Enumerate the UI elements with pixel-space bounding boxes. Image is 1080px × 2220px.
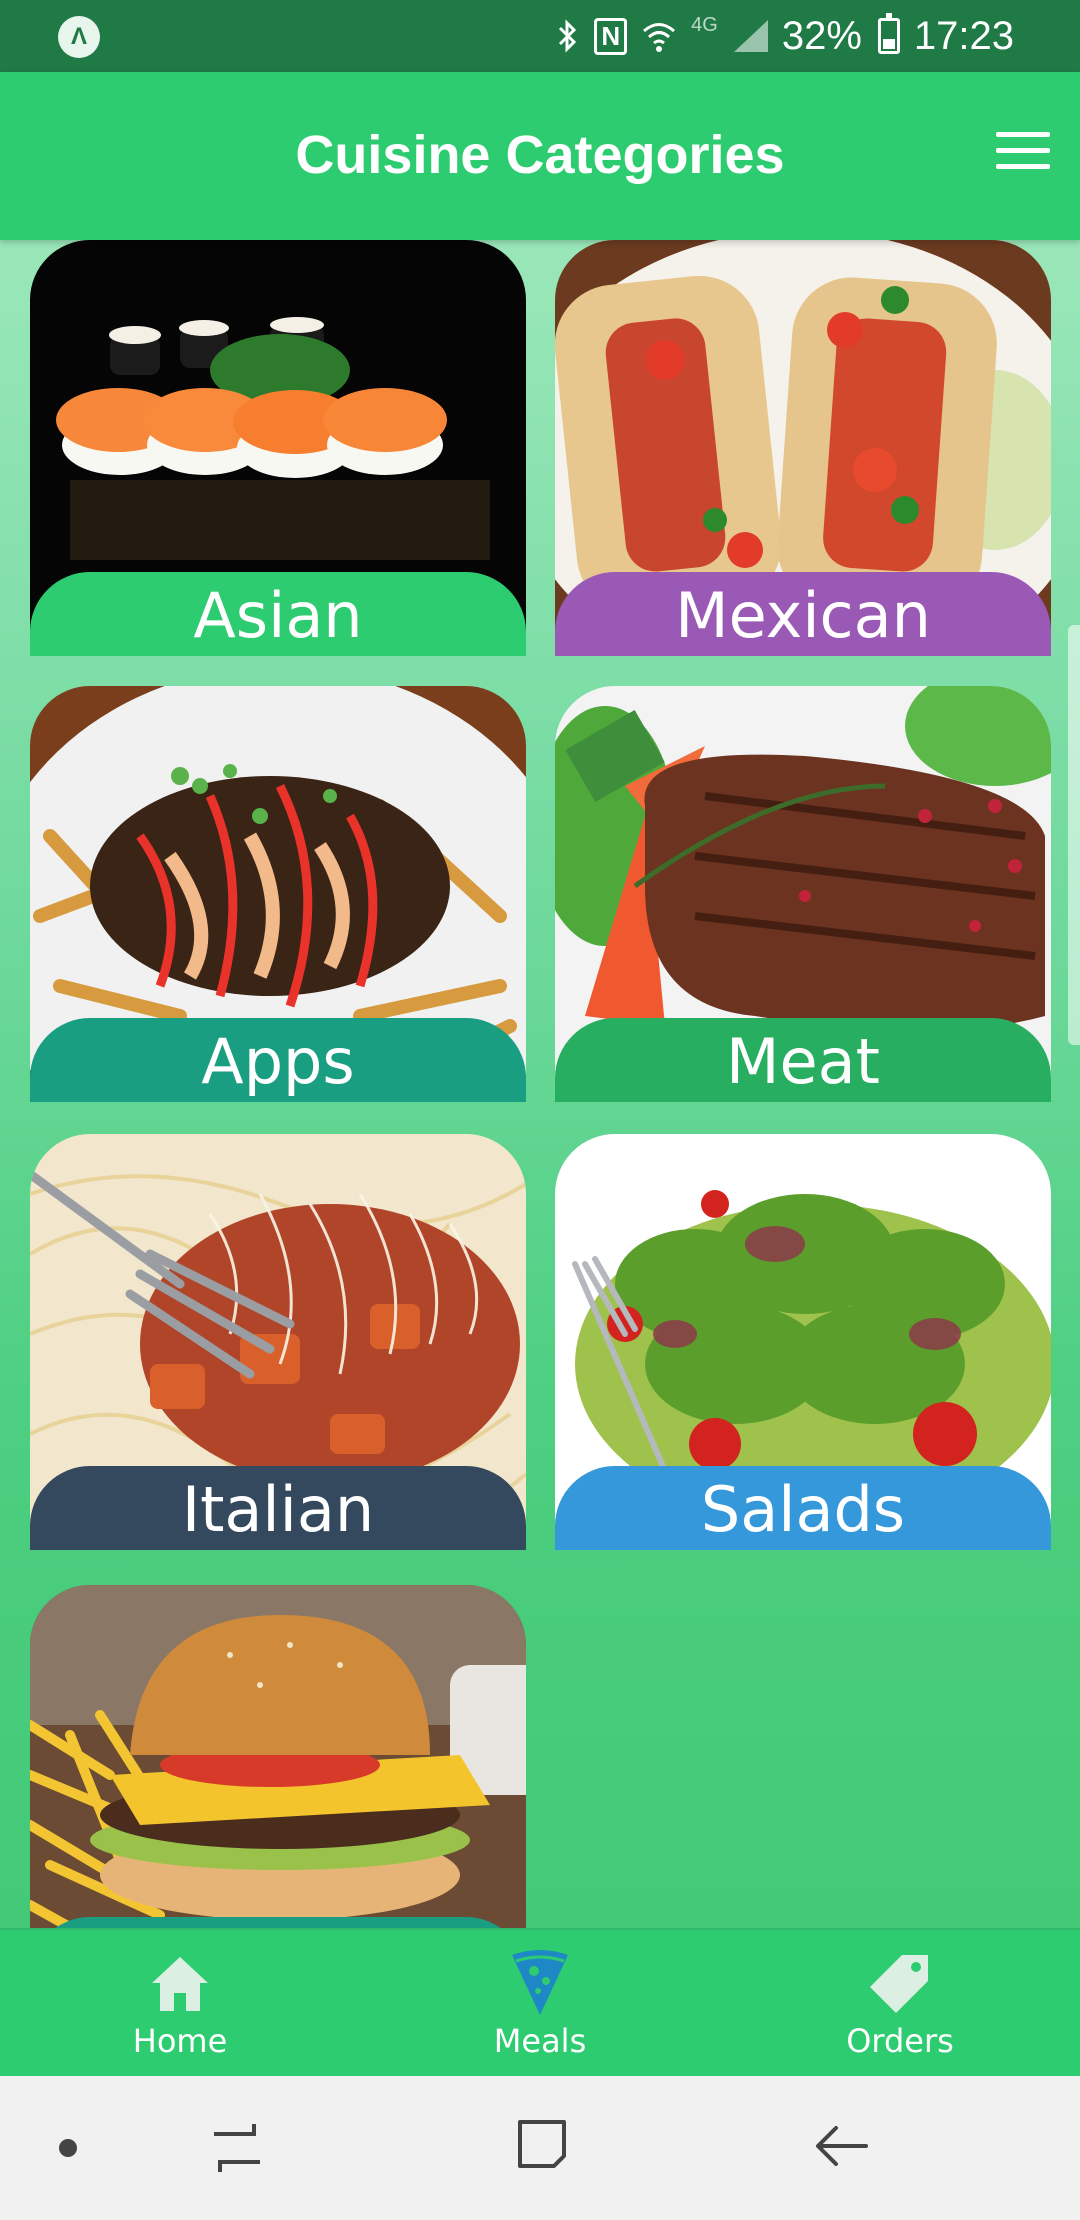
battery-percent: 32%: [781, 13, 862, 58]
category-label: Italian: [30, 1466, 526, 1550]
hamburger-menu-icon[interactable]: [996, 132, 1050, 172]
nfc-icon: N: [594, 17, 628, 55]
system-nav-bar: [0, 2076, 1080, 2220]
app-notification-icon: Λ: [58, 16, 100, 58]
category-card-salads[interactable]: Salads: [555, 1134, 1051, 1550]
dot-icon[interactable]: [58, 2138, 78, 2162]
home-icon: [80, 1948, 280, 2018]
tab-label: Home: [132, 2022, 228, 2060]
burger-photo: [30, 1585, 526, 1928]
home-square-icon[interactable]: [516, 2118, 568, 2174]
tag-icon: [800, 1948, 1000, 2018]
bluetooth-icon: [559, 19, 577, 53]
category-card-burger[interactable]: [30, 1585, 526, 1928]
scrollbar[interactable]: [1068, 625, 1080, 1045]
tab-label: Orders: [846, 2022, 954, 2060]
tab-home[interactable]: Home: [80, 1948, 280, 2060]
status-bar: Λ N 4G 32% 17:23: [0, 0, 1080, 72]
signal-icon: [732, 18, 768, 54]
category-label: [30, 1917, 526, 1928]
category-label: Apps: [30, 1018, 526, 1102]
category-label: Mexican: [555, 572, 1051, 656]
tab-meals[interactable]: Meals: [440, 1948, 640, 2060]
status-icons: N 4G 32% 17:23: [556, 0, 1014, 72]
wifi-icon: [643, 23, 676, 52]
bottom-tab-bar: Home Meals Orders: [0, 1928, 1080, 2076]
category-card-apps[interactable]: Apps: [30, 686, 526, 1102]
category-label: Meat: [555, 1018, 1051, 1102]
lte-icon: 4G: [691, 14, 718, 36]
category-card-italian[interactable]: Italian: [30, 1134, 526, 1550]
pizza-slice-icon: [440, 1948, 640, 2018]
recent-apps-icon[interactable]: [210, 2120, 264, 2180]
category-card-asian[interactable]: Asian: [30, 240, 526, 656]
category-label: Salads: [555, 1466, 1051, 1550]
category-card-meat[interactable]: Meat: [555, 686, 1051, 1102]
page-title: Cuisine Categories: [295, 125, 785, 185]
app-header: Cuisine Categories: [0, 72, 1080, 240]
tab-label: Meals: [493, 2022, 587, 2060]
battery-icon: [877, 13, 900, 54]
category-label: Asian: [30, 572, 526, 656]
category-grid[interactable]: Asian Mexican Apps Meat Italian Salads: [0, 240, 1080, 1928]
back-arrow-icon[interactable]: [814, 2120, 870, 2176]
category-card-mexican[interactable]: Mexican: [555, 240, 1051, 656]
clock: 17:23: [913, 13, 1014, 58]
status-left: Λ: [58, 16, 100, 58]
tab-orders[interactable]: Orders: [800, 1948, 1000, 2060]
